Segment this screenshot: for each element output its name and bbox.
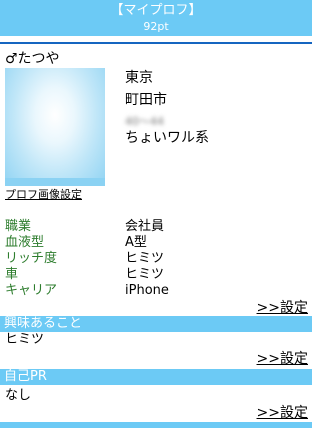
pr-value: なし [5, 388, 32, 403]
detail-label: リッチ度 [5, 251, 58, 266]
detail-row-carrier: キャリア iPhone [0, 283, 312, 299]
location-prefecture: 東京 [125, 70, 153, 86]
detail-value: 会社員 [125, 219, 165, 234]
detail-value: ヒミツ [125, 251, 165, 266]
section-interests-header: 興味あること [0, 316, 312, 332]
header-divider [0, 42, 312, 44]
edit-profile-link[interactable]: >>設定 [257, 300, 308, 316]
detail-label: 車 [5, 267, 19, 282]
section-pr-header: 自己PR [0, 369, 312, 385]
section-next-header-partial [0, 422, 312, 428]
profile-avatar[interactable] [5, 68, 105, 186]
detail-value: A型 [125, 235, 147, 250]
detail-row-rich: リッチ度 ヒミツ [0, 251, 312, 267]
photo-settings-link[interactable]: プロフ画像設定 [5, 188, 82, 202]
detail-label: 血液型 [5, 235, 45, 250]
points-label: 92pt [143, 20, 169, 33]
interests-value: ヒミツ [5, 332, 45, 347]
profile-name: ♂たつや [5, 51, 60, 67]
style-label: ちょいワル系 [125, 130, 209, 146]
page-header: 【マイプロフ】 92pt [0, 0, 312, 36]
detail-label: キャリア [5, 283, 58, 298]
detail-row-occupation: 職業 会社員 [0, 219, 312, 235]
edit-interests-link[interactable]: >>設定 [257, 351, 308, 367]
detail-label: 職業 [5, 219, 32, 234]
location-city: 町田市 [125, 92, 167, 108]
detail-row-bloodtype: 血液型 A型 [0, 235, 312, 251]
page-title: 【マイプロフ】 [110, 3, 202, 18]
detail-value: ヒミツ [125, 267, 165, 282]
detail-row-car: 車 ヒミツ [0, 267, 312, 283]
edit-pr-link[interactable]: >>設定 [257, 405, 308, 421]
avatar-bottom-bar [5, 178, 105, 186]
detail-value: iPhone [125, 283, 169, 298]
